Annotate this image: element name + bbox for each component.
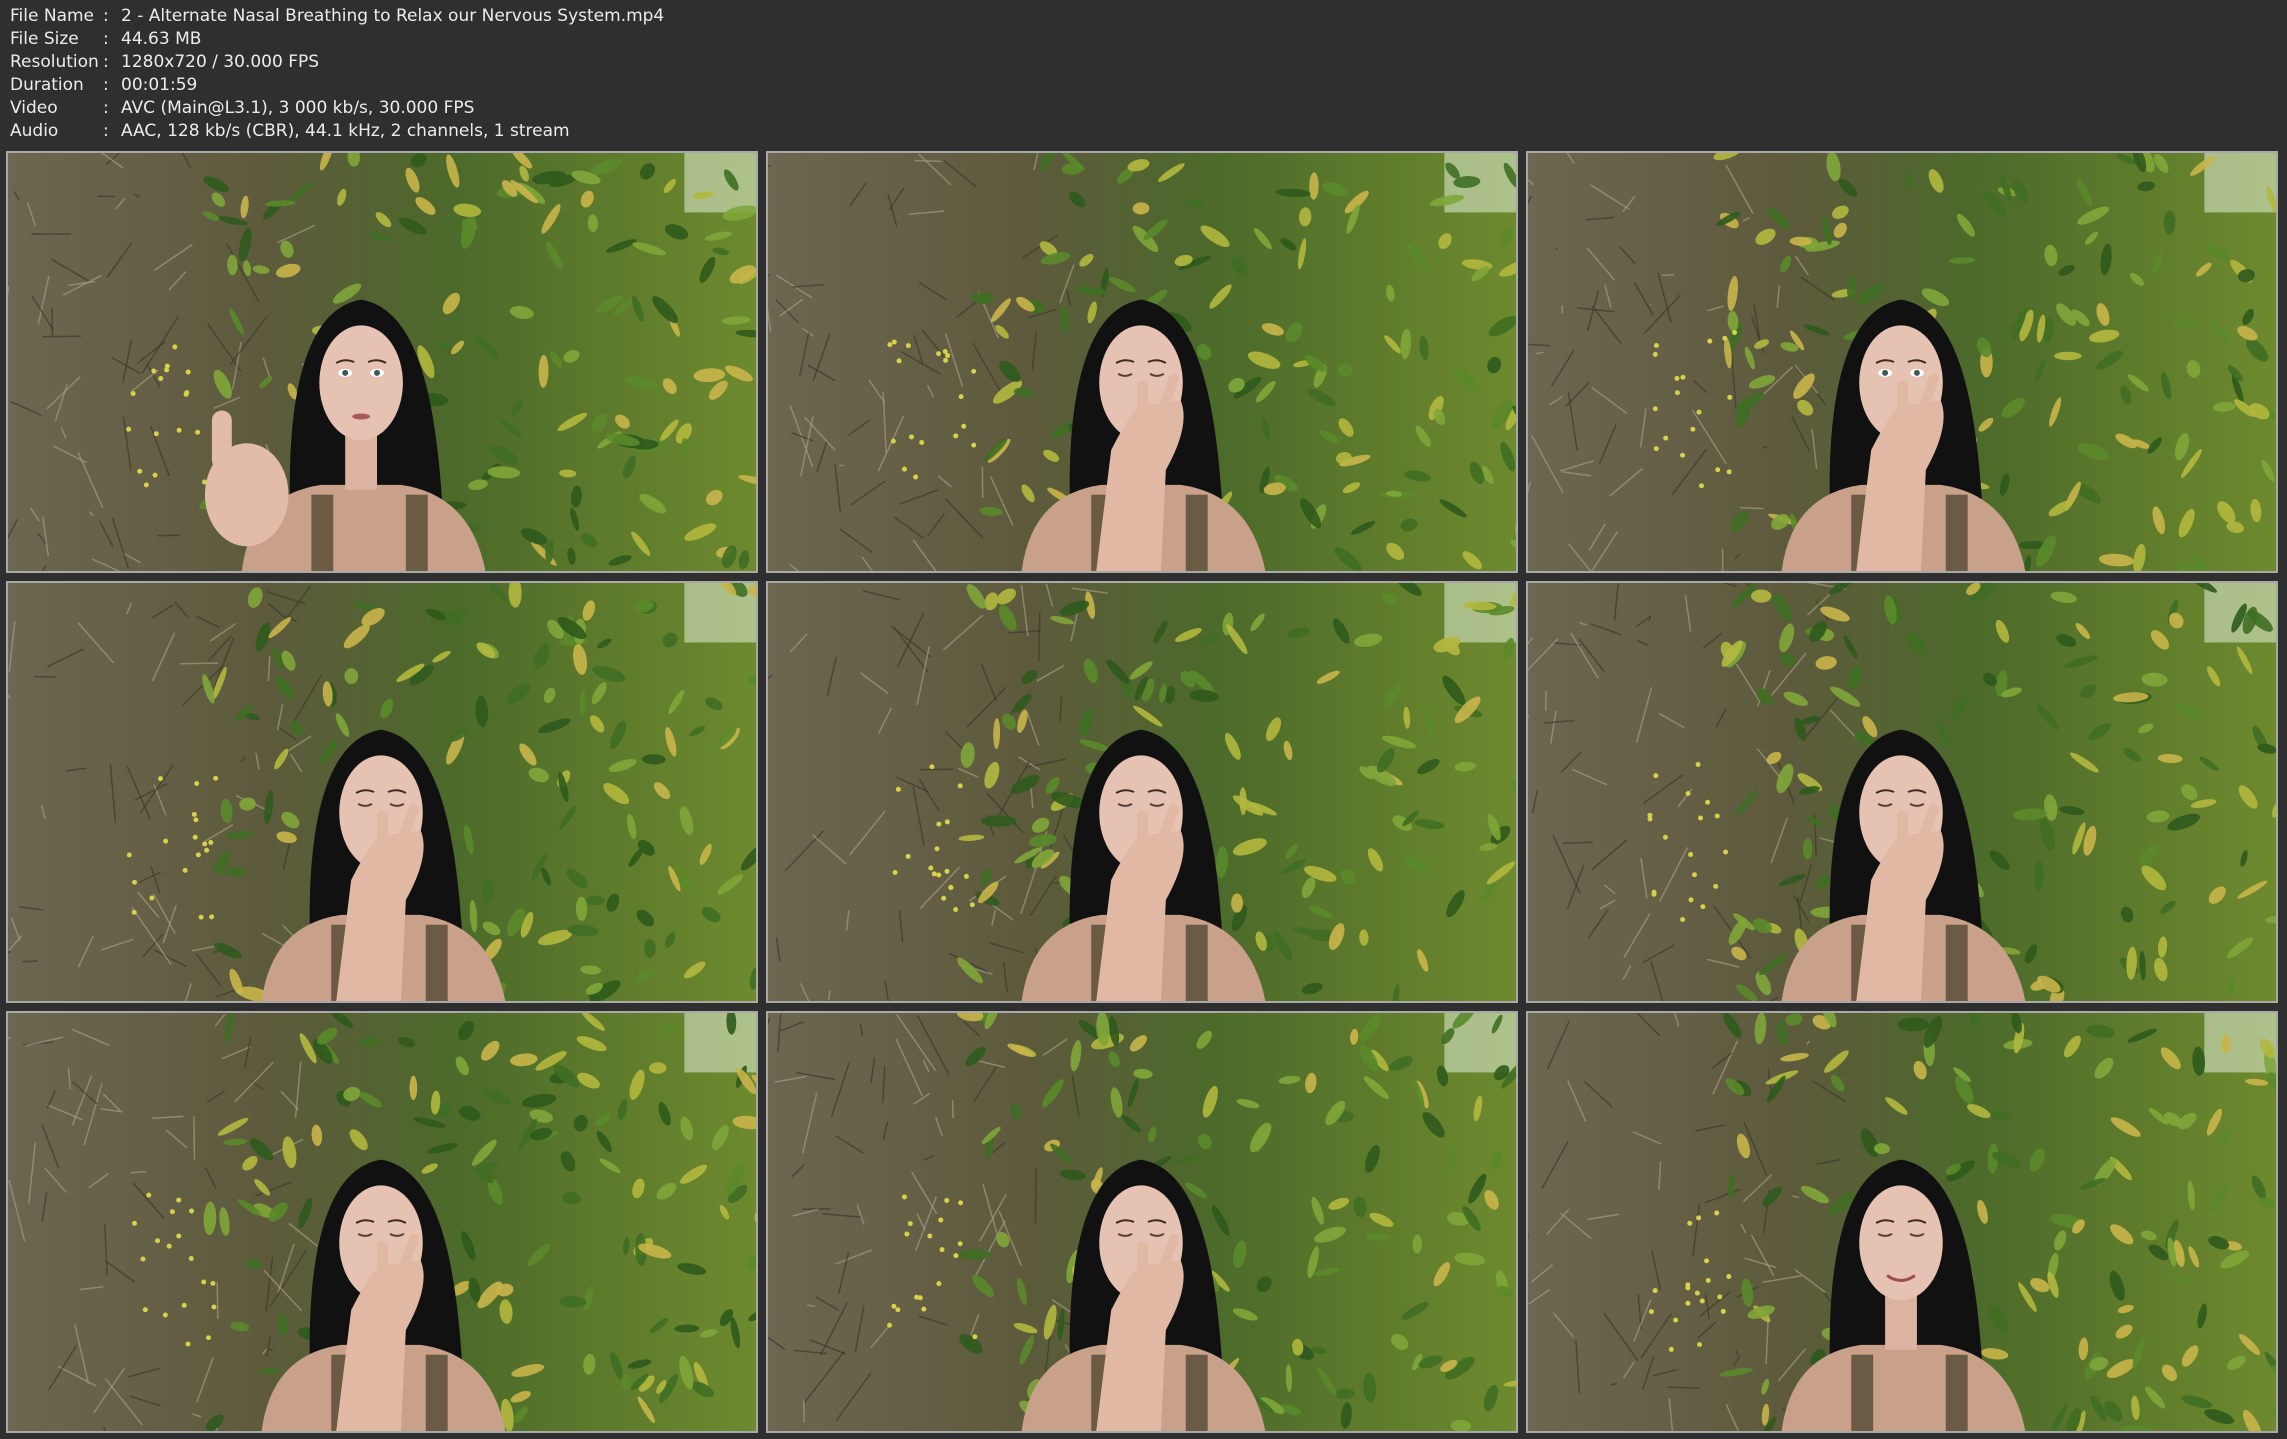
- video-value: AVC (Main@L3.1), 3 000 kb/s, 30.000 FPS: [121, 98, 475, 118]
- separator: :: [103, 75, 109, 95]
- resolution-label: Resolution: [10, 52, 99, 72]
- separator: :: [103, 52, 109, 72]
- video-thumbnail: [6, 581, 758, 1003]
- file-size-value: 44.63 MB: [121, 29, 202, 49]
- file-size-label: File Size: [10, 29, 79, 49]
- thumbnail-frame: [768, 1013, 1516, 1431]
- file-name-row: File Name : 2 - Alternate Nasal Breathin…: [10, 5, 664, 28]
- video-row: Video : AVC (Main@L3.1), 3 000 kb/s, 30.…: [10, 97, 664, 120]
- thumbnail-frame: [1528, 1013, 2276, 1431]
- audio-label: Audio: [10, 121, 59, 141]
- video-thumbnail: [6, 151, 758, 573]
- video-thumbnail: [766, 1011, 1518, 1433]
- resolution-value: 1280x720 / 30.000 FPS: [121, 52, 320, 72]
- thumbnail-frame: [768, 153, 1516, 571]
- separator: :: [103, 98, 109, 118]
- audio-value: AAC, 128 kb/s (CBR), 44.1 kHz, 2 channel…: [121, 121, 570, 141]
- video-thumbnail: [6, 1011, 758, 1433]
- duration-row: Duration : 00:01:59: [10, 74, 664, 97]
- video-thumbnail: [766, 151, 1518, 573]
- thumbnail-frame: [8, 1013, 756, 1431]
- file-name-label: File Name: [10, 6, 95, 26]
- thumbnail-frame: [8, 153, 756, 571]
- thumbnail-frame: [8, 583, 756, 1001]
- file-info-panel: File Name : 2 - Alternate Nasal Breathin…: [10, 5, 664, 143]
- thumbnail-frame: [1528, 583, 2276, 1001]
- video-thumbnail: [1526, 151, 2278, 573]
- separator: :: [103, 6, 109, 26]
- duration-value: 00:01:59: [121, 75, 198, 95]
- separator: :: [103, 121, 109, 141]
- duration-label: Duration: [10, 75, 84, 95]
- separator: :: [103, 29, 109, 49]
- thumbnail-grid: [6, 151, 2281, 1433]
- video-thumbnail: [766, 581, 1518, 1003]
- video-thumbnail: [1526, 581, 2278, 1003]
- thumbnail-frame: [768, 583, 1516, 1001]
- video-label: Video: [10, 98, 58, 118]
- resolution-row: Resolution : 1280x720 / 30.000 FPS: [10, 51, 664, 74]
- audio-row: Audio : AAC, 128 kb/s (CBR), 44.1 kHz, 2…: [10, 120, 664, 143]
- video-thumbnail: [1526, 1011, 2278, 1433]
- file-name-value: 2 - Alternate Nasal Breathing to Relax o…: [121, 6, 665, 26]
- thumbnail-frame: [1528, 153, 2276, 571]
- file-size-row: File Size : 44.63 MB: [10, 28, 664, 51]
